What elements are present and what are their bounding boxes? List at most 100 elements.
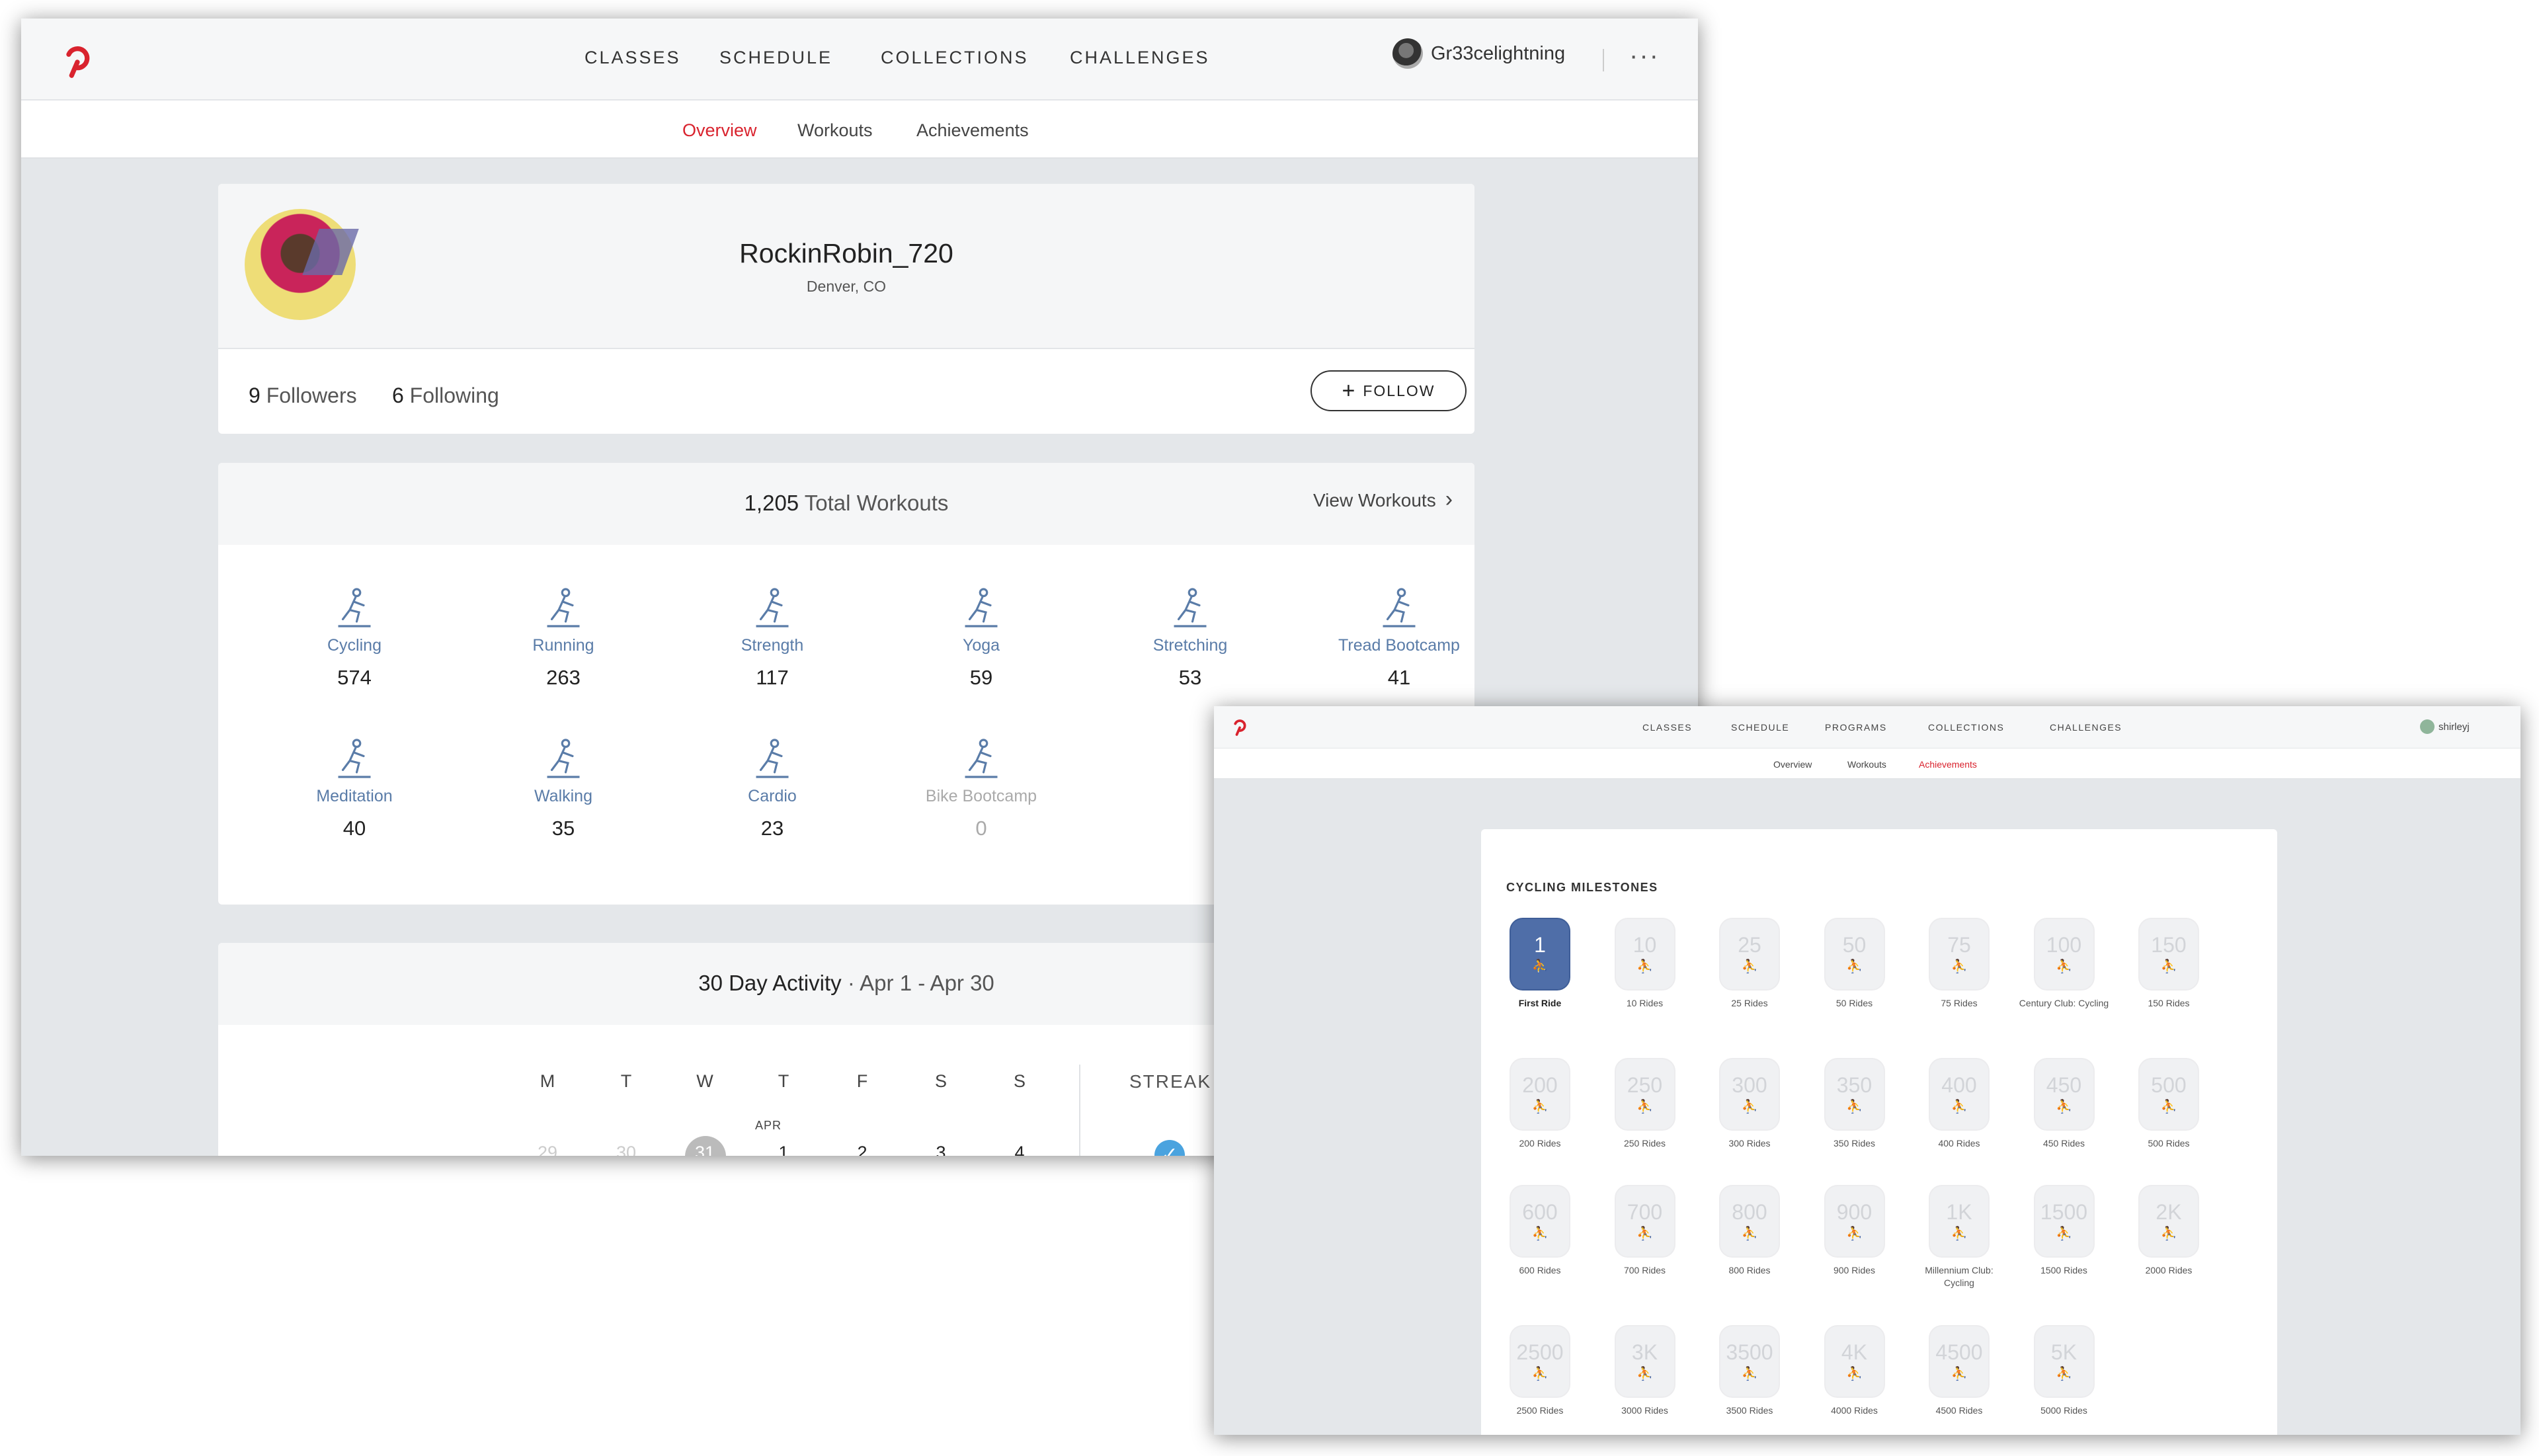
calendar-date[interactable]: 4 (1000, 1143, 1039, 1156)
cyclist-icon: ⛹ (1531, 1099, 1549, 1114)
milestone-badge[interactable]: 200 ⛹ 200 Rides (1490, 1058, 1590, 1150)
calendar-date[interactable]: 29 (528, 1143, 567, 1156)
tread-bootcamp-discipline[interactable]: Tread Bootcamp 41 (1307, 585, 1474, 690)
discipline-name: Cycling (327, 636, 382, 655)
user-menu[interactable]: Gr33celightning (1392, 38, 1565, 69)
user-menu[interactable]: shirleyj (2420, 719, 2470, 734)
milestone-badge[interactable]: 600 ⛹ 600 Rides (1490, 1185, 1590, 1277)
cyclist-icon: ⛹ (2160, 959, 2177, 974)
day-header: M (540, 1071, 555, 1091)
nav-schedule[interactable]: SCHEDULE (719, 48, 832, 68)
tab-overview[interactable]: Overview (682, 120, 757, 141)
peloton-logo-icon[interactable] (58, 41, 97, 79)
avatar (1392, 38, 1423, 69)
milestone-badge[interactable]: 50 ⛹ 50 Rides (1805, 918, 1904, 1010)
tab-overview[interactable]: Overview (1773, 759, 1812, 770)
cyclist-icon: ⛹ (2056, 1366, 2072, 1381)
milestones-panel: CYCLING MILESTONES 1 ⛹ First Ride 10 ⛹ 10 Rid… (1481, 829, 2277, 1435)
nav-classes[interactable]: CLASSES (584, 48, 681, 68)
milestone-badge[interactable]: 1K ⛹ Millennium Club: Cycling (1910, 1185, 2009, 1289)
nav-challenges[interactable]: CHALLENGES (1070, 48, 1210, 68)
milestone-badge[interactable]: 1500 ⛹ 1500 Rides (2015, 1185, 2114, 1277)
discipline-name: Bike Bootcamp (925, 787, 1037, 805)
milestone-badge[interactable]: 150 ⛹ 150 Rides (2119, 918, 2218, 1010)
calendar-date[interactable]: 31 (685, 1143, 725, 1156)
calendar-date[interactable]: 3 (921, 1143, 961, 1156)
cyclist-icon: ⛹ (1951, 1099, 1968, 1114)
calendar-date[interactable]: 2 (842, 1143, 882, 1156)
nav-collections[interactable]: COLLECTIONS (1928, 722, 2004, 733)
strength-discipline[interactable]: Strength 117 (680, 585, 865, 690)
cyclist-icon: ⛹ (2056, 1226, 2072, 1241)
milestone-badge[interactable]: 400 ⛹ 400 Rides (1910, 1058, 2009, 1150)
nav-challenges[interactable]: CHALLENGES (2050, 722, 2122, 733)
milestone-badge[interactable]: 4K ⛹ 4000 Rides (1805, 1325, 1904, 1417)
follow-button[interactable]: + FOLLOW (1310, 370, 1467, 411)
milestone-label: 700 Rides (1623, 1265, 1666, 1275)
walking-discipline[interactable]: Walking 35 (471, 735, 656, 840)
milestone-label: Millennium Club: Cycling (1925, 1265, 1994, 1288)
milestone-badge[interactable]: 800 ⛹ 800 Rides (1700, 1185, 1799, 1277)
milestone-badge[interactable]: 10 ⛹ 10 Rides (1595, 918, 1695, 1010)
milestone-badge[interactable]: 2K ⛹ 2000 Rides (2119, 1185, 2218, 1277)
followers-label[interactable]: Followers (266, 384, 357, 407)
nav-classes[interactable]: CLASSES (1642, 722, 1692, 733)
tab-achievements[interactable]: Achievements (1919, 759, 1977, 770)
calendar-date[interactable]: 30 (606, 1143, 646, 1156)
avatar (2420, 719, 2435, 734)
milestone-badge[interactable]: 25 ⛹ 25 Rides (1700, 918, 1799, 1010)
following-label[interactable]: Following (410, 384, 499, 407)
calendar-date[interactable]: 1 (764, 1143, 803, 1156)
cardio-discipline[interactable]: Cardio 23 (680, 735, 865, 840)
milestone-badge[interactable]: 350 ⛹ 350 Rides (1805, 1058, 1904, 1150)
following-count[interactable]: 6 (392, 384, 404, 407)
milestone-badge[interactable]: 300 ⛹ 300 Rides (1700, 1058, 1799, 1150)
cyclist-icon: ⛹ (1741, 1366, 1758, 1381)
milestone-badge[interactable]: 250 ⛹ 250 Rides (1595, 1058, 1695, 1150)
milestone-badge[interactable]: 3500 ⛹ 3500 Rides (1700, 1325, 1799, 1417)
more-menu-icon[interactable]: ··· (1629, 41, 1660, 71)
running-discipline[interactable]: Running 263 (471, 585, 656, 690)
milestone-badge[interactable]: 3K ⛹ 3000 Rides (1595, 1325, 1695, 1417)
milestone-badge[interactable]: 4500 ⛹ 4500 Rides (1910, 1325, 2009, 1417)
stretching-discipline[interactable]: Stretching 53 (1098, 585, 1283, 690)
month-label: APR (755, 1119, 782, 1132)
milestone-badge[interactable]: 900 ⛹ 900 Rides (1805, 1185, 1904, 1277)
milestone-badge-icon: 5K ⛹ (2033, 1325, 2095, 1398)
tab-workouts[interactable]: Workouts (797, 120, 873, 141)
day-header: W (696, 1071, 713, 1091)
milestone-badge[interactable]: 700 ⛹ 700 Rides (1595, 1185, 1695, 1277)
cyclist-icon: ⛹ (1846, 959, 1863, 974)
yoga-discipline[interactable]: Yoga 59 (889, 585, 1074, 690)
cyclist-icon: ⛹ (1846, 1366, 1863, 1381)
day-header: F (856, 1071, 868, 1091)
view-workouts-link[interactable]: View Workouts › (1313, 487, 1453, 512)
tab-workouts[interactable]: Workouts (1847, 759, 1886, 770)
milestone-badge[interactable]: 5K ⛹ 5000 Rides (2015, 1325, 2114, 1417)
milestone-badge[interactable]: 100 ⛹ Century Club: Cycling (2015, 918, 2114, 1010)
milestone-label: 200 Rides (1519, 1138, 1561, 1149)
profile-card: RockinRobin_720 Denver, CO 9 Followers 6… (218, 184, 1474, 434)
milestone-badge-icon: 100 ⛹ (2033, 918, 2095, 991)
tab-achievements[interactable]: Achievements (916, 120, 1029, 141)
milestone-label: 450 Rides (2042, 1138, 2085, 1149)
bike-bootcamp-discipline[interactable]: Bike Bootcamp 0 (889, 735, 1074, 840)
cyclist-icon: ⛹ (1636, 1099, 1653, 1114)
milestone-badge[interactable]: 2500 ⛹ 2500 Rides (1490, 1325, 1590, 1417)
nav-programs[interactable]: PROGRAMS (1825, 722, 1887, 733)
milestone-badge-icon: 200 ⛹ (1510, 1058, 1570, 1131)
discipline-count: 117 (756, 666, 789, 689)
milestone-badge[interactable]: 500 ⛹ 500 Rides (2119, 1058, 2218, 1150)
discipline-count: 23 (760, 817, 784, 840)
nav-collections[interactable]: COLLECTIONS (881, 48, 1029, 68)
meditation-discipline[interactable]: Meditation 40 (262, 735, 447, 840)
followers-count[interactable]: 9 (249, 384, 261, 407)
milestone-badge[interactable]: 450 ⛹ 450 Rides (2015, 1058, 2114, 1150)
profile-subnav: Overview Workouts Achievements (1214, 748, 2520, 779)
milestone-badge[interactable]: 75 ⛹ 75 Rides (1910, 918, 2009, 1010)
milestone-badge[interactable]: 1 ⛹ First Ride (1490, 918, 1590, 1010)
cycling-discipline[interactable]: Cycling 574 (262, 585, 447, 690)
peloton-logo-icon[interactable] (1230, 717, 1250, 737)
nav-schedule[interactable]: SCHEDULE (1731, 722, 1789, 733)
stretching-icon (1174, 588, 1207, 627)
